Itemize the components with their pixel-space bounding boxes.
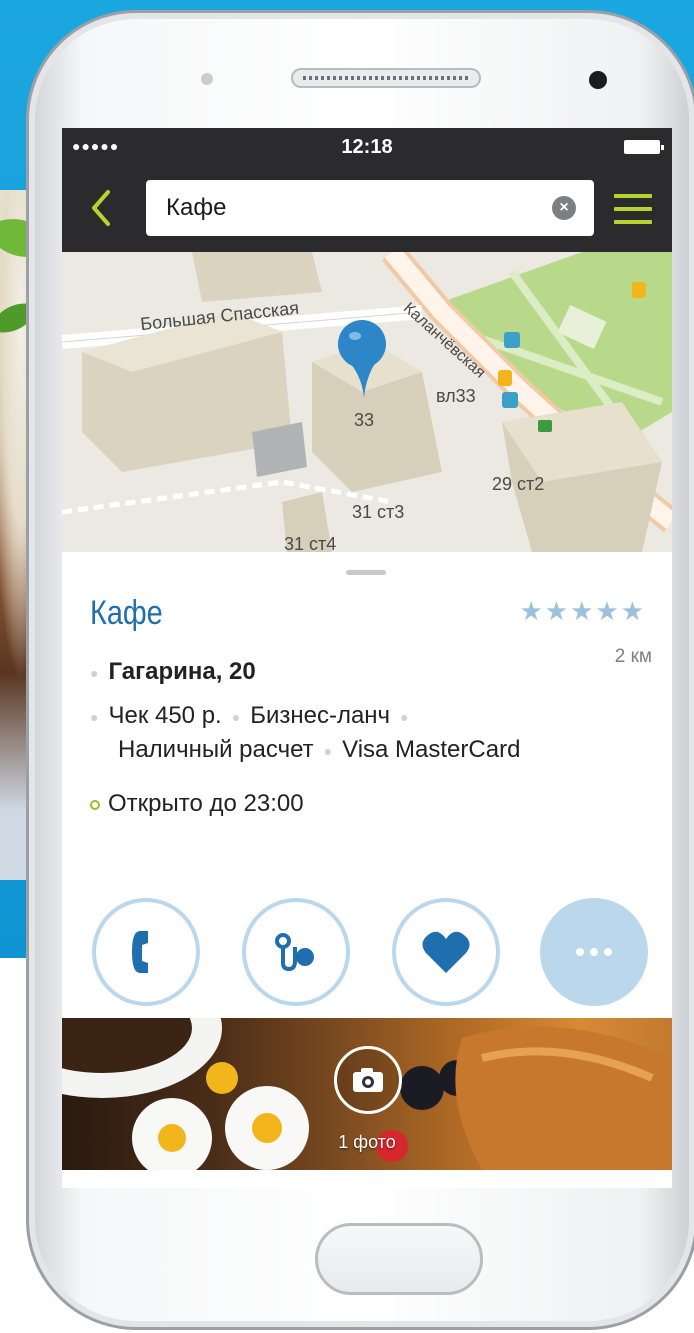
route-icon <box>275 933 314 972</box>
feature-item: Бизнес-ланч <box>250 702 391 729</box>
map-view[interactable]: Большая Спасская Каланчёвская 33 вл33 29… <box>62 252 672 552</box>
tram-icon <box>632 282 646 298</box>
bus-icon <box>504 332 520 348</box>
address-text: Гагарина, 20 <box>108 658 256 685</box>
distance-label: 2 км <box>614 646 652 667</box>
home-button[interactable] <box>315 1223 483 1295</box>
more-dots-icon <box>576 948 612 956</box>
camera-icon[interactable] <box>334 1046 402 1114</box>
map-label-building: 29 ст2 <box>492 474 545 494</box>
hours-line: Открыто до 23:00 <box>90 790 304 818</box>
map-label-building: 33 <box>354 410 375 430</box>
status-bar: ●●●●● 12:18 <box>62 128 672 164</box>
hours-text: Открыто до 23:00 <box>108 790 304 817</box>
photo-strip[interactable]: 1 фото <box>62 1018 672 1170</box>
map-label-building: 31 ст4 <box>284 534 337 552</box>
phone-icon <box>132 931 148 973</box>
daisy-flower <box>225 1086 309 1170</box>
hamburger-menu-icon[interactable] <box>614 194 652 224</box>
feature-item: Чек 450 р. <box>108 702 222 729</box>
favorite-button[interactable] <box>392 898 500 1006</box>
drag-handle[interactable] <box>346 570 386 575</box>
status-time: 12:18 <box>341 136 393 158</box>
place-card[interactable]: Кафе ★★★★★ 2 км ● Гагарина, 20 ● Чек 450 р… <box>62 552 672 1022</box>
route-button[interactable] <box>242 898 350 1006</box>
metro-icon <box>538 420 552 432</box>
battery-icon <box>624 140 664 154</box>
action-buttons <box>62 898 672 1008</box>
clear-circle-icon[interactable]: × <box>552 196 576 220</box>
rating-stars: ★★★★★ <box>519 596 646 627</box>
search-input[interactable] <box>166 190 536 226</box>
chevron-left-icon[interactable] <box>86 188 116 228</box>
photo-count-label: 1 фото <box>338 1132 396 1152</box>
address-line: ● Гагарина, 20 <box>90 658 256 685</box>
app-screen: ●●●●● 12:18 × <box>62 128 672 1188</box>
rating-stars-text: ★★★★★ <box>519 596 646 626</box>
proximity-sensor <box>201 73 213 85</box>
map-label-building: 31 ст3 <box>352 502 405 522</box>
bus-icon <box>498 370 512 386</box>
search-box: × <box>146 180 594 236</box>
more-button[interactable] <box>540 898 648 1006</box>
open-status-dot <box>90 799 100 810</box>
heart-icon <box>422 931 470 973</box>
earpiece-speaker <box>291 68 481 88</box>
map-label-building: вл33 <box>436 386 476 406</box>
top-nav-bar: × <box>62 164 672 252</box>
bus-icon <box>502 392 518 408</box>
call-button[interactable] <box>92 898 200 1006</box>
feature-item: Visa MasterCard <box>342 736 521 763</box>
features-line-1: ● Чек 450 р. ● Бизнес-ланч ● <box>90 702 409 729</box>
features-line-2: Наличный расчет ● Visa MasterCard <box>118 736 521 763</box>
feature-item: Наличный расчет <box>118 736 314 763</box>
place-title: Кафе <box>90 594 163 632</box>
front-camera <box>589 71 607 89</box>
